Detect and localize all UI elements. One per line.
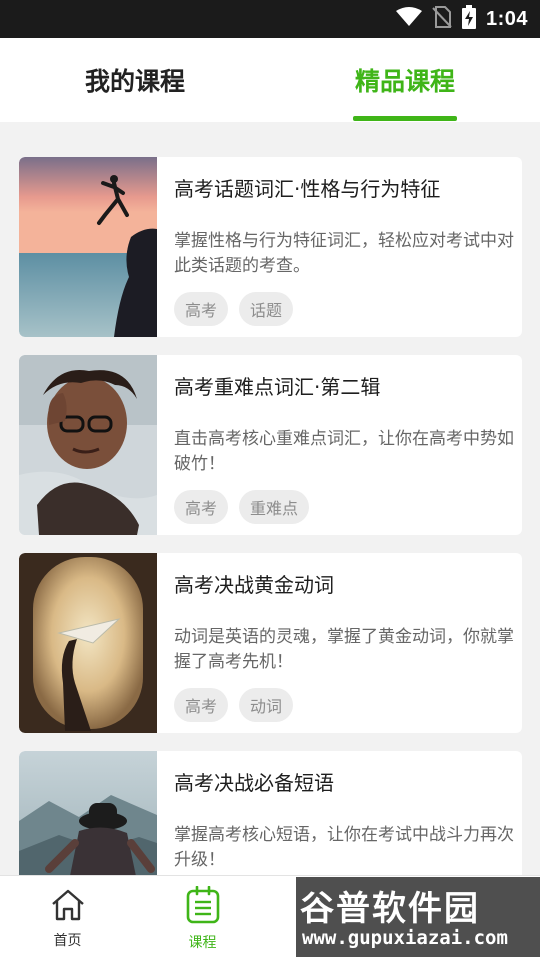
watermark-url: www.gupuxiazai.com (302, 927, 508, 949)
course-title: 高考话题词汇·性格与行为特征 (174, 177, 441, 201)
course-list[interactable]: 高考话题词汇·性格与行为特征 掌握性格与行为特征词汇，轻松应对考试中对此类话题的… (0, 122, 540, 875)
course-thumbnail (19, 553, 157, 733)
course-tag: 高考 (174, 490, 229, 524)
course-tag: 重难点 (239, 490, 310, 524)
nav-home-label: 首页 (53, 932, 82, 949)
nav-course[interactable]: 课程 (135, 876, 270, 960)
nav-course-label: 课程 (188, 934, 217, 951)
course-description: 掌握高考核心短语，让你在考试中战斗力再次升级！ (174, 825, 514, 870)
status-bar: 1:04 (0, 0, 540, 38)
course-card[interactable]: 高考决战必备短语 掌握高考核心短语，让你在考试中战斗力再次升级！ (19, 751, 522, 875)
course-card[interactable]: 高考决战黄金动词 动词是英语的灵魂，掌握了黄金动词，你就掌握了高考先机！ 高考 … (19, 553, 522, 733)
active-tab-indicator (353, 116, 457, 121)
course-thumbnail (19, 751, 157, 875)
status-time: 1:04 (485, 7, 528, 30)
course-tag: 动词 (239, 688, 294, 722)
tab-premium-courses[interactable]: 精品课程 (270, 38, 540, 122)
course-tags: 高考 重难点 (174, 490, 310, 524)
course-thumbnail (19, 157, 157, 337)
watermark-logo: 谷普软件园 (300, 889, 480, 929)
course-tag: 话题 (239, 292, 294, 326)
top-tab-bar: 我的课程 精品课程 (0, 38, 540, 122)
course-tag: 高考 (174, 292, 229, 326)
nav-home[interactable]: 首页 (0, 876, 135, 960)
wifi-icon (395, 7, 422, 31)
site-watermark: 谷普软件园 www.gupuxiazai.com (296, 877, 540, 957)
home-icon (50, 888, 86, 926)
status-icons: 1:04 (395, 0, 528, 38)
course-tags: 高考 动词 (174, 688, 294, 722)
course-description: 直击高考核心重难点词汇，让你在高考中势如破竹！ (174, 429, 514, 474)
course-card[interactable]: 高考重难点词汇·第二辑 直击高考核心重难点词汇，让你在高考中势如破竹！ 高考 重… (19, 355, 522, 535)
course-title: 高考决战必备短语 (174, 771, 334, 795)
course-title: 高考重难点词汇·第二辑 (174, 375, 381, 399)
course-tag: 高考 (174, 688, 229, 722)
course-list-icon (186, 885, 220, 928)
course-thumbnail (19, 355, 157, 535)
no-sim-icon (432, 6, 452, 32)
course-description: 动词是英语的灵魂，掌握了黄金动词，你就掌握了高考先机！ (174, 627, 514, 672)
course-description: 掌握性格与行为特征词汇，轻松应对考试中对此类话题的考查。 (174, 231, 514, 276)
course-title: 高考决战黄金动词 (174, 573, 334, 597)
course-tags: 高考 话题 (174, 292, 294, 326)
course-card[interactable]: 高考话题词汇·性格与行为特征 掌握性格与行为特征词汇，轻松应对考试中对此类话题的… (19, 157, 522, 337)
battery-charging-icon (461, 5, 476, 33)
tab-my-courses[interactable]: 我的课程 (0, 38, 270, 122)
